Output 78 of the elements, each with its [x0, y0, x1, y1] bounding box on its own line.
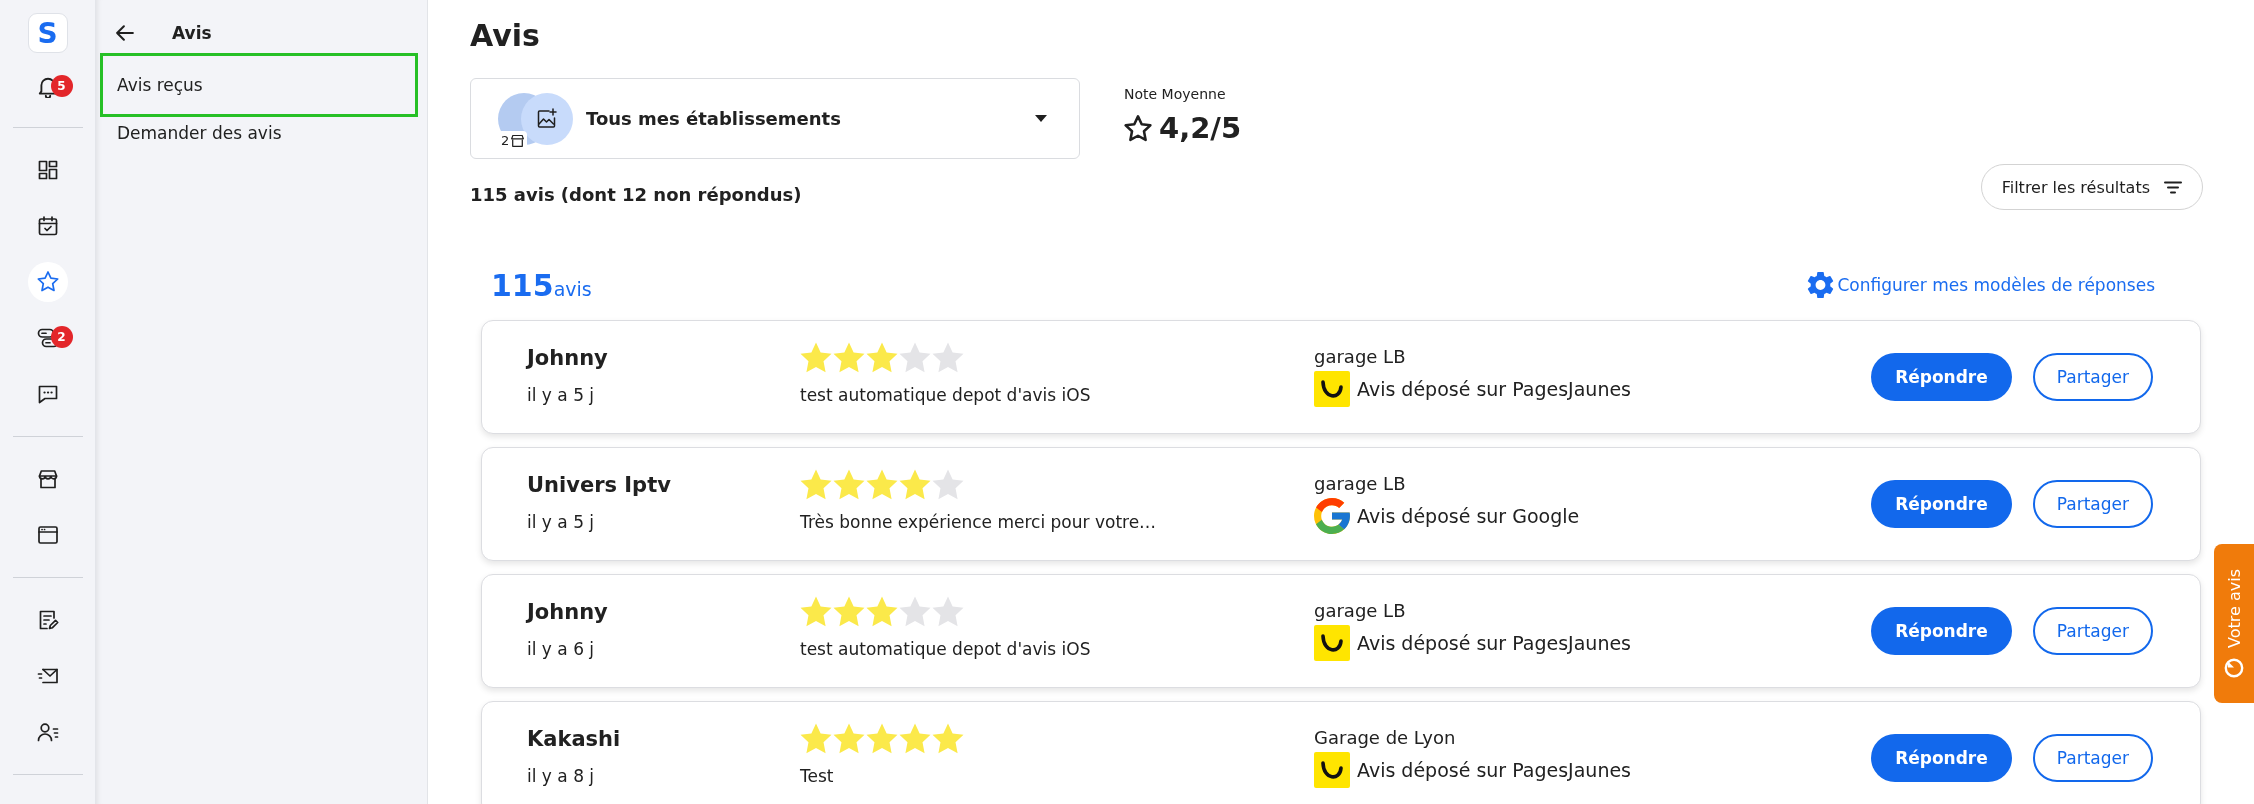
settings-icon	[1807, 271, 1835, 299]
app-logo[interactable]: S	[27, 13, 68, 53]
reply-button[interactable]: Répondre	[1871, 480, 2012, 528]
review-comment: Très bonne expérience merci pour votre…	[800, 511, 1157, 534]
star-icon	[833, 596, 865, 627]
store-icon	[511, 134, 525, 147]
star-icon	[866, 342, 898, 373]
notification-badge: 2	[50, 326, 73, 348]
reviewer-name: Johnny	[527, 345, 608, 372]
sidebar-title: Avis	[172, 22, 212, 43]
reviewer-name: Kakashi	[527, 726, 621, 753]
review-source: Avis déposé sur Google	[1357, 504, 1580, 528]
star-icon	[932, 596, 964, 627]
star-icon	[932, 723, 964, 754]
review-date: il y a 5 j	[527, 384, 595, 407]
star-icon	[800, 723, 832, 754]
review-count: 115avis	[491, 267, 592, 303]
share-button[interactable]: Partager	[2032, 480, 2153, 528]
star-icon	[833, 342, 865, 373]
star-icon	[866, 596, 898, 627]
star-icon	[899, 723, 931, 754]
business-name: Garage de Lyon	[1314, 726, 1456, 750]
caret-down-icon	[1035, 115, 1047, 122]
share-button[interactable]: Partager	[2032, 734, 2153, 782]
smile-logo-icon	[1314, 371, 1350, 407]
star-icon	[932, 469, 964, 500]
share-button[interactable]: Partager	[2032, 607, 2153, 655]
reviewer-name: Univers Iptv	[527, 472, 671, 499]
g-logo-icon	[1314, 498, 1350, 534]
business-name: garage LB	[1314, 345, 1406, 369]
smile-logo-icon	[1314, 752, 1350, 788]
review-source: Avis déposé sur PagesJaunes	[1357, 377, 1631, 401]
sidebar-item[interactable]: Demander des avis	[100, 117, 418, 149]
review-comment: test automatique depot d'avis iOS	[800, 638, 1091, 661]
review-source: Avis déposé sur PagesJaunes	[1357, 758, 1631, 782]
average-rating: 4,2/5	[1159, 110, 1242, 146]
reviewer-name: Johnny	[527, 599, 608, 626]
filter-button[interactable]: Filtrer les résultats	[1980, 164, 2203, 210]
templates-link[interactable]: Configurer mes modèles de réponses	[1807, 271, 2155, 299]
share-button[interactable]: Partager	[2032, 353, 2153, 401]
review-source: Avis déposé sur PagesJaunes	[1357, 631, 1631, 655]
rating-label: Note Moyenne	[1124, 85, 1227, 104]
feedback-tab[interactable]: Votre avis	[2214, 544, 2254, 703]
notification-badge: 5	[50, 75, 73, 97]
review-comment: Test	[800, 765, 834, 788]
review-date: il y a 8 j	[527, 765, 595, 788]
review-comment: test automatique depot d'avis iOS	[800, 384, 1091, 407]
star-icon	[899, 596, 931, 627]
business-name: garage LB	[1314, 472, 1406, 496]
reply-button[interactable]: Répondre	[1871, 353, 2012, 401]
star-icon	[899, 469, 931, 500]
review-summary: 115 avis (dont 12 non répondus)	[470, 183, 802, 207]
star-outline-icon	[1124, 114, 1152, 142]
back-arrow-icon[interactable]	[116, 24, 134, 41]
star-icon	[833, 723, 865, 754]
sidebar-item[interactable]: Avis reçus	[100, 53, 418, 117]
star-icon	[932, 342, 964, 373]
chat-bubble-icon	[2224, 658, 2244, 678]
add-image-icon	[521, 92, 573, 145]
browser-window-icon[interactable]	[35, 523, 60, 547]
filter-icon	[2164, 180, 2182, 194]
star-icon	[800, 342, 832, 373]
star-icon	[833, 469, 865, 500]
star-icon	[800, 596, 832, 627]
review-date: il y a 5 j	[527, 511, 595, 534]
user-list-icon[interactable]	[35, 720, 60, 744]
establishment-count: 2	[501, 133, 510, 148]
reply-button[interactable]: Répondre	[1871, 607, 2012, 655]
reply-button[interactable]: Répondre	[1871, 734, 2012, 782]
page-title: Avis	[470, 17, 541, 55]
establishment-dropdown[interactable]: 2 Tous mes établissements	[470, 78, 1080, 159]
star-icon	[866, 469, 898, 500]
star-icon	[800, 469, 832, 500]
business-name: garage LB	[1314, 599, 1406, 623]
star-icon	[899, 342, 931, 373]
review-date: il y a 6 j	[527, 638, 595, 661]
smile-logo-icon	[1314, 625, 1350, 661]
star-icon	[866, 723, 898, 754]
